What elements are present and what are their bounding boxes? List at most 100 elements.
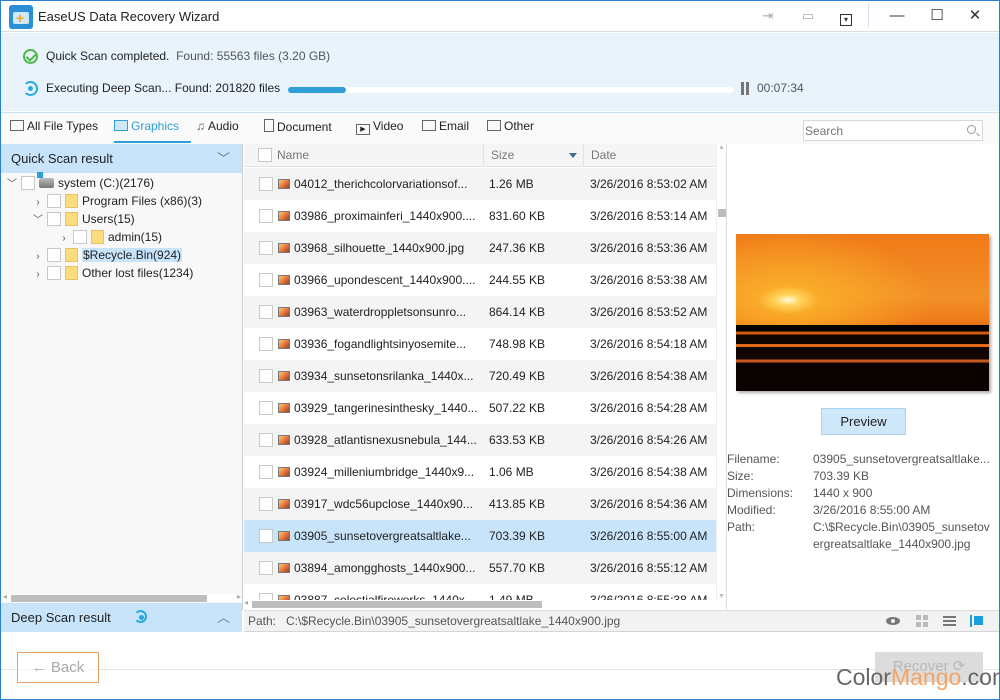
tree-item-system-drive[interactable]: ﹀ system (C:)(2176) [5,172,154,194]
file-date: 3/26/2016 8:54:28 AM [590,401,708,415]
file-row[interactable]: 03887_celestialfireworks_1440x... 1.49 MB… [244,584,716,600]
row-checkbox[interactable] [259,305,273,319]
checkbox[interactable] [73,230,87,244]
file-row[interactable]: 04012_therichcolorvariationsof... 1.26 MB… [244,168,716,200]
maximize-button[interactable]: ☐ [919,3,955,29]
file-name: 03924_milleniumbridge_1440x9... [294,465,475,479]
sign-in-icon[interactable]: ⇥ [756,5,780,27]
dropdown-menu-icon[interactable]: ▾ [834,5,858,27]
collapse-arrow-icon[interactable]: ﹀ [5,176,19,194]
file-row[interactable]: 03929_tangerinesinthesky_1440... 507.22 K… [244,392,716,424]
file-row[interactable]: 03928_atlantisnexusnebula_144... 633.53 K… [244,424,716,456]
file-row[interactable]: 03905_sunsetovergreatsaltlake... 703.39 K… [244,520,716,552]
tab-document[interactable]: Document [264,119,332,143]
row-checkbox[interactable] [259,465,273,479]
document-icon [264,119,274,132]
feedback-icon[interactable]: ▭ [796,5,820,27]
file-row[interactable]: 03936_fogandlightsinyosemite... 748.98 KB… [244,328,716,360]
checkbox[interactable] [47,212,61,226]
row-checkbox[interactable] [259,561,273,575]
preview-eye-icon[interactable] [886,615,900,627]
tree-item-other-lost-files[interactable]: › Other lost files(1234) [31,264,193,282]
deep-scan-label: Executing Deep Scan... Found: 201820 fil… [46,81,281,95]
search-icon[interactable] [967,125,976,134]
select-all-checkbox[interactable] [258,148,272,162]
tab-audio[interactable]: ♫ Audio [196,119,239,143]
row-checkbox[interactable] [259,433,273,447]
tab-email[interactable]: Email [422,119,469,143]
tree-item-recycle-bin[interactable]: › $Recycle.Bin(924) [31,246,183,264]
file-row[interactable]: 03894_amongghosts_1440x900... 557.70 KB 3/… [244,552,716,584]
row-checkbox[interactable] [259,529,273,543]
checkbox[interactable] [47,266,61,280]
file-row[interactable]: 03986_proximainferi_1440x900.... 831.60 K… [244,200,716,232]
file-row[interactable]: 03934_sunsetonsrilanka_1440x... 720.49 KB… [244,360,716,392]
tree-item-admin[interactable]: › admin(15) [57,228,162,246]
row-checkbox[interactable] [259,401,273,415]
file-row[interactable]: 03966_upondescent_1440x900.... 244.55 KB 3… [244,264,716,296]
row-checkbox[interactable] [259,593,273,600]
search-box[interactable] [803,120,983,141]
deep-scan-result-header[interactable]: Deep Scan result ︿ [1,603,242,632]
checkbox[interactable] [21,176,35,190]
column-size[interactable]: Size [491,148,514,162]
file-list: Name Size Date 04012_therichcolorvariati… [244,144,726,610]
tree-item-users[interactable]: ﹀ Users(15) [31,210,135,228]
quick-scan-result-header[interactable]: Quick Scan result ﹀ [1,144,242,173]
scrollbar-thumb[interactable] [718,209,726,217]
detail-view-icon[interactable] [970,615,984,627]
scrollbar-thumb[interactable] [252,601,542,608]
image-file-icon [278,307,290,317]
file-rows: 04012_therichcolorvariationsof... 1.26 MB… [244,168,716,600]
image-file-icon [278,339,290,349]
minimize-button[interactable]: — [879,3,915,29]
back-button[interactable]: ← Back [17,652,99,683]
collapse-arrow-icon[interactable]: ﹀ [31,212,45,230]
row-checkbox[interactable] [259,369,273,383]
expand-arrow-icon[interactable]: › [31,266,45,284]
checkbox[interactable] [47,194,61,208]
file-name: 03934_sunsetonsrilanka_1440x... [294,369,474,383]
file-name: 03968_silhouette_1440x900.jpg [294,241,465,255]
watermark: ColorMango.com [836,664,1000,690]
file-date: 3/26/2016 8:54:38 AM [590,465,708,479]
file-row[interactable]: 03968_silhouette_1440x900.jpg 247.36 KB 3/… [244,232,716,264]
file-row[interactable]: 03924_milleniumbridge_1440x9... 1.06 MB 3/… [244,456,716,488]
file-row[interactable]: 03917_wdc56upclose_1440x90... 413.85 KB 3/… [244,488,716,520]
row-checkbox[interactable] [259,273,273,287]
tab-graphics[interactable]: Graphics [114,119,192,143]
preview-button[interactable]: Preview [821,408,906,435]
search-input[interactable] [804,121,954,140]
chevron-up-icon[interactable]: ︿ [217,603,230,632]
chevron-down-icon[interactable]: ﹀ [217,144,230,173]
tab-all-file-types[interactable]: All File Types [10,119,98,143]
row-checkbox[interactable] [259,241,273,255]
image-file-icon [278,243,290,253]
file-row[interactable]: 03963_waterdroppletsonsunro... 864.14 KB 3… [244,296,716,328]
pause-icon[interactable] [740,82,750,96]
row-checkbox[interactable] [259,209,273,223]
file-size: 633.53 KB [489,433,546,447]
file-name: 03887_celestialfireworks_1440x... [294,593,475,600]
tree-horizontal-scrollbar[interactable]: ◂ ▸ [3,592,241,602]
path-label: Path: [248,614,277,628]
tree-item-program-files[interactable]: › Program Files (x86)(3) [31,192,202,210]
tab-video[interactable]: ▶ Video [356,119,403,143]
app-title: EaseUS Data Recovery Wizard [38,9,220,24]
row-checkbox[interactable] [259,177,273,191]
row-checkbox[interactable] [259,497,273,511]
column-name[interactable]: Name [277,148,309,162]
scrollbar-thumb[interactable] [11,595,207,602]
close-button[interactable]: ✕ [957,3,993,29]
thumbnail-grid-icon[interactable] [916,615,930,627]
image-file-icon [278,275,290,285]
column-date[interactable]: Date [591,148,616,162]
music-icon: ♫ [196,119,205,133]
tab-other[interactable]: Other [487,119,534,143]
row-checkbox[interactable] [259,337,273,351]
file-list-horizontal-scrollbar[interactable]: ◂ [244,598,716,608]
checkbox[interactable] [47,248,61,262]
bottom-bar: ← Back Recover ⟳ ColorMango.com [1,633,1000,699]
list-view-icon[interactable] [943,615,957,627]
file-list-vertical-scrollbar[interactable]: ▲ ▼ [716,144,726,600]
